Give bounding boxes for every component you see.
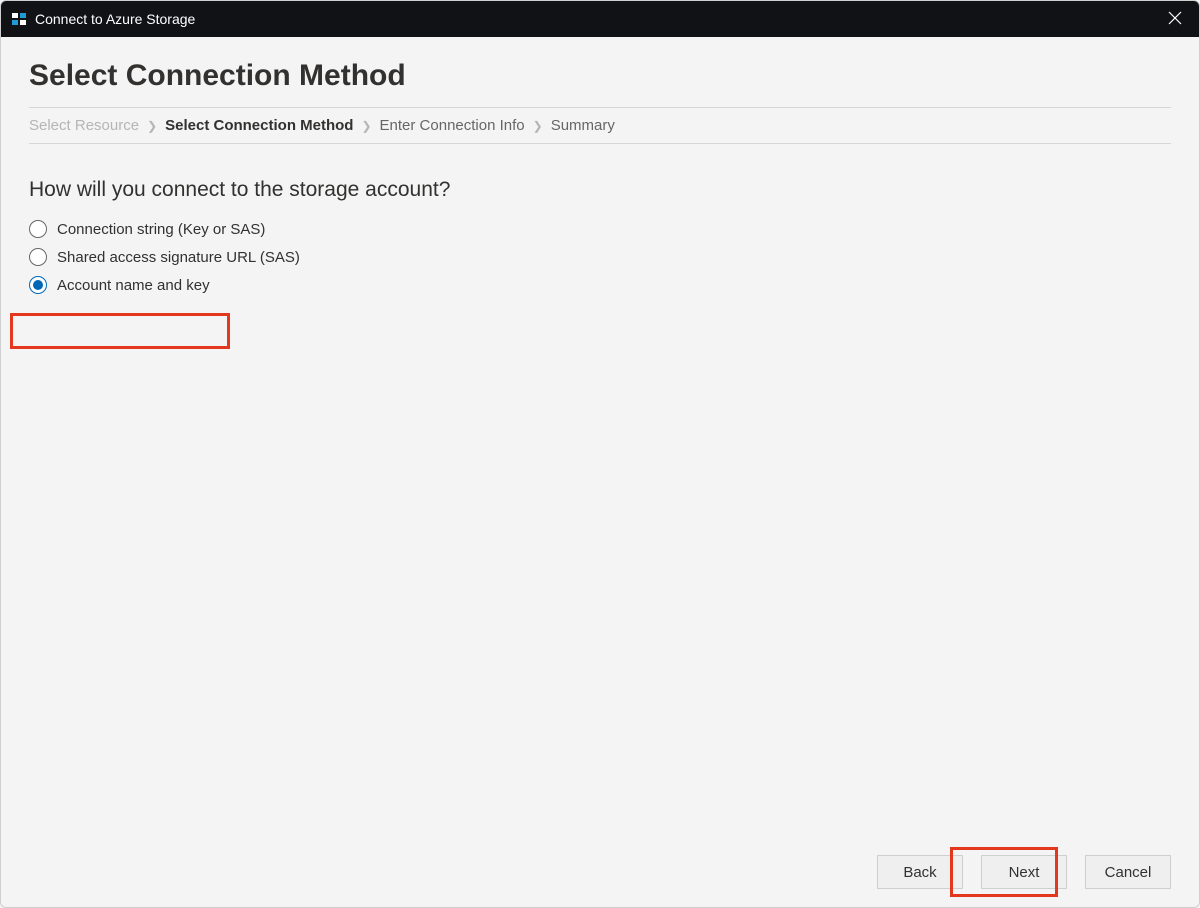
- back-button[interactable]: Back: [877, 855, 963, 889]
- breadcrumb-step-select-connection-method[interactable]: Select Connection Method: [165, 117, 353, 134]
- chevron-right-icon: ❯: [361, 119, 371, 133]
- breadcrumb-step-select-resource[interactable]: Select Resource: [29, 117, 139, 134]
- radio-icon: [29, 248, 47, 266]
- chevron-right-icon: ❯: [533, 119, 543, 133]
- dialog-window: Connect to Azure Storage Select Connecti…: [0, 0, 1200, 908]
- chevron-right-icon: ❯: [147, 119, 157, 133]
- radio-icon: [29, 276, 47, 294]
- radio-label: Shared access signature URL (SAS): [57, 249, 300, 266]
- content-area: Select Connection Method Select Resource…: [1, 37, 1199, 907]
- question-heading: How will you connect to the storage acco…: [29, 178, 1171, 202]
- storage-explorer-icon: [11, 11, 27, 27]
- wizard-footer: Back Next Cancel: [29, 843, 1171, 889]
- connection-method-radio-group: Connection string (Key or SAS) Shared ac…: [29, 220, 1171, 294]
- close-button[interactable]: [1161, 5, 1189, 33]
- radio-dot-icon: [33, 280, 43, 290]
- titlebar: Connect to Azure Storage: [1, 1, 1199, 37]
- breadcrumb: Select Resource ❯ Select Connection Meth…: [29, 107, 1171, 144]
- radio-icon: [29, 220, 47, 238]
- breadcrumb-step-enter-connection-info[interactable]: Enter Connection Info: [380, 117, 525, 134]
- close-icon: [1168, 11, 1182, 28]
- radio-option-account-name-key[interactable]: Account name and key: [29, 276, 210, 294]
- radio-label: Account name and key: [57, 277, 210, 294]
- annotation-highlight-option: [10, 313, 230, 349]
- window-title: Connect to Azure Storage: [35, 11, 195, 27]
- radio-option-sas-url[interactable]: Shared access signature URL (SAS): [29, 248, 300, 266]
- page-title: Select Connection Method: [29, 59, 1171, 93]
- radio-option-connection-string[interactable]: Connection string (Key or SAS): [29, 220, 265, 238]
- radio-label: Connection string (Key or SAS): [57, 221, 265, 238]
- cancel-button[interactable]: Cancel: [1085, 855, 1171, 889]
- breadcrumb-step-summary[interactable]: Summary: [551, 117, 615, 134]
- next-button[interactable]: Next: [981, 855, 1067, 889]
- titlebar-left: Connect to Azure Storage: [11, 11, 195, 27]
